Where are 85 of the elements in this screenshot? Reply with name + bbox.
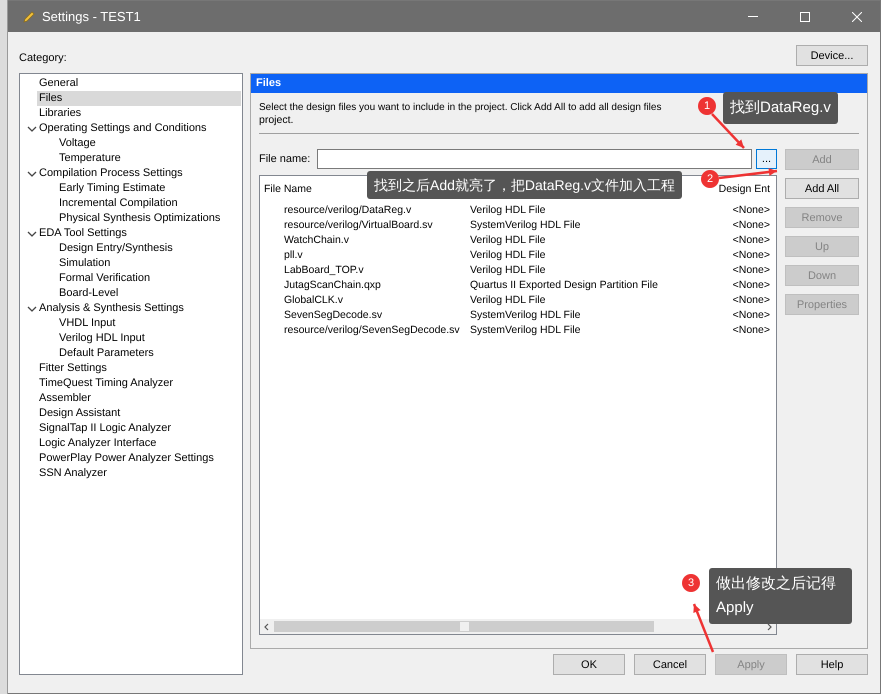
category-item[interactable]: SignalTap II Logic Analyzer (37, 421, 241, 436)
side-button[interactable]: Add All (785, 178, 859, 199)
category-item[interactable]: Analysis & Synthesis Settings (37, 301, 241, 316)
maximize-icon[interactable] (800, 12, 810, 22)
category-item[interactable]: Assembler (37, 391, 241, 406)
category-item[interactable]: Voltage (57, 136, 241, 151)
design-entry-cell-text: <None> (732, 204, 771, 216)
category-item[interactable]: Default Parameters (57, 346, 241, 361)
panel-title: Files (251, 74, 867, 93)
category-item[interactable]: VHDL Input (57, 316, 241, 331)
design-entry-cell-text: <None> (732, 264, 771, 276)
file-type-cell-text: Verilog HDL File (469, 248, 546, 260)
pencil-icon (22, 10, 36, 24)
category-item[interactable]: Operating Settings and Conditions (37, 121, 241, 136)
file-name-label: File name: (259, 153, 310, 165)
expander-icon[interactable] (27, 168, 37, 178)
category-item[interactable]: Libraries (37, 106, 241, 121)
category-item[interactable]: Logic Analyzer Interface (37, 436, 241, 451)
design-entry-cell-text: <None> (732, 308, 771, 320)
category-item[interactable]: TimeQuest Timing Analyzer (37, 376, 241, 391)
category-item[interactable]: Compilation Process Settings (37, 166, 241, 181)
category-item[interactable]: Files (37, 91, 241, 106)
category-item[interactable]: Formal Verification (57, 271, 241, 286)
expander-icon[interactable] (27, 124, 37, 134)
category-item[interactable]: PowerPlay Power Analyzer Settings (37, 451, 241, 466)
dialog-button[interactable]: Help (796, 654, 868, 675)
design-entry-cell-text: <None> (732, 248, 771, 260)
category-item[interactable]: Verilog HDL Input (57, 331, 241, 346)
category-item[interactable]: Design Entry/Synthesis (57, 241, 241, 256)
file-type-cell-text: Verilog HDL File (469, 264, 546, 276)
file-name-cell-text: JutagScanChain.qxp (283, 278, 382, 290)
file-type-cell-text: Quartus II Exported Design Partition File (469, 278, 659, 290)
description-text: Select the design files you want to include in the project. Click Add All to add all design files (259, 101, 662, 114)
file-type-cell-text: Verilog HDL File (469, 204, 546, 216)
scroll-thumb[interactable] (274, 621, 654, 632)
file-name-field[interactable] (317, 149, 752, 169)
description-text: project. (259, 114, 294, 127)
file-name-cell-text: resource/verilog/SevenSegDecode.sv (283, 324, 461, 336)
file-name-cell-text: WatchChain.v (283, 234, 350, 246)
file-name-cell-text: resource/verilog/DataReg.v (283, 204, 412, 216)
category-item[interactable]: Board-Level (57, 286, 241, 301)
design-entry-cell-text: <None> (732, 294, 771, 306)
category-item[interactable]: Physical Synthesis Optimizations (57, 211, 241, 226)
category-item[interactable]: Incremental Compilation (57, 196, 241, 211)
dialog-button[interactable]: OK (553, 654, 625, 675)
annotation-callout: 找到DataReg.v (723, 92, 838, 124)
category-item[interactable]: Fitter Settings (37, 361, 241, 376)
category-item[interactable]: Early Timing Estimate (57, 181, 241, 196)
annotation-callout: 做出修改之后记得Apply (709, 568, 852, 624)
file-type-cell-text: SystemVerilog HDL File (469, 308, 582, 320)
design-entry-cell-text: <None> (732, 218, 771, 230)
horizontal-scrollbar[interactable] (260, 619, 776, 634)
pointer-arrow (718, 168, 778, 180)
window-title: Settings - TEST1 (42, 9, 142, 24)
column-header[interactable]: File Name (264, 183, 312, 195)
file-name-cell-text: LabBoard_TOP.v (283, 264, 365, 276)
category-item[interactable]: General (37, 76, 241, 91)
file-type-cell-text: Verilog HDL File (469, 294, 546, 306)
close-icon[interactable] (852, 12, 862, 22)
category-item[interactable]: EDA Tool Settings (37, 226, 241, 241)
file-type-cell-text: Verilog HDL File (469, 234, 546, 246)
category-item[interactable]: Simulation (57, 256, 241, 271)
design-entry-cell-text: <None> (732, 324, 771, 336)
file-type-cell-text: SystemVerilog HDL File (469, 324, 582, 336)
device-button[interactable]: Device... (796, 45, 868, 66)
expander-icon[interactable] (27, 304, 37, 314)
pointer-arrow (711, 113, 745, 149)
expander-icon[interactable] (27, 228, 37, 238)
file-name-cell-text: GlobalCLK.v (283, 294, 344, 306)
dialog-button[interactable]: Cancel (634, 654, 706, 675)
file-name-cell-text: pll.v (283, 248, 304, 260)
column-header[interactable]: Design Ent (718, 183, 770, 195)
browse-button[interactable]: ... (756, 149, 777, 169)
category-item[interactable]: SSN Analyzer (37, 466, 241, 481)
category-label: Category: (19, 52, 67, 66)
file-name-cell-text: resource/verilog/VirtualBoard.sv (283, 218, 434, 230)
file-name-cell-text: SevenSegDecode.sv (283, 308, 384, 320)
category-item[interactable]: Design Assistant (37, 406, 241, 421)
category-item[interactable]: Temperature (57, 151, 241, 166)
file-type-cell-text: SystemVerilog HDL File (469, 218, 582, 230)
pointer-arrow (692, 604, 714, 652)
design-entry-cell-text: <None> (732, 234, 771, 246)
scroll-left-icon[interactable] (263, 622, 271, 630)
annotation-callout: 找到之后Add就亮了，把DataReg.v文件加入工程 (367, 171, 682, 199)
design-entry-cell-text: <None> (732, 278, 771, 290)
